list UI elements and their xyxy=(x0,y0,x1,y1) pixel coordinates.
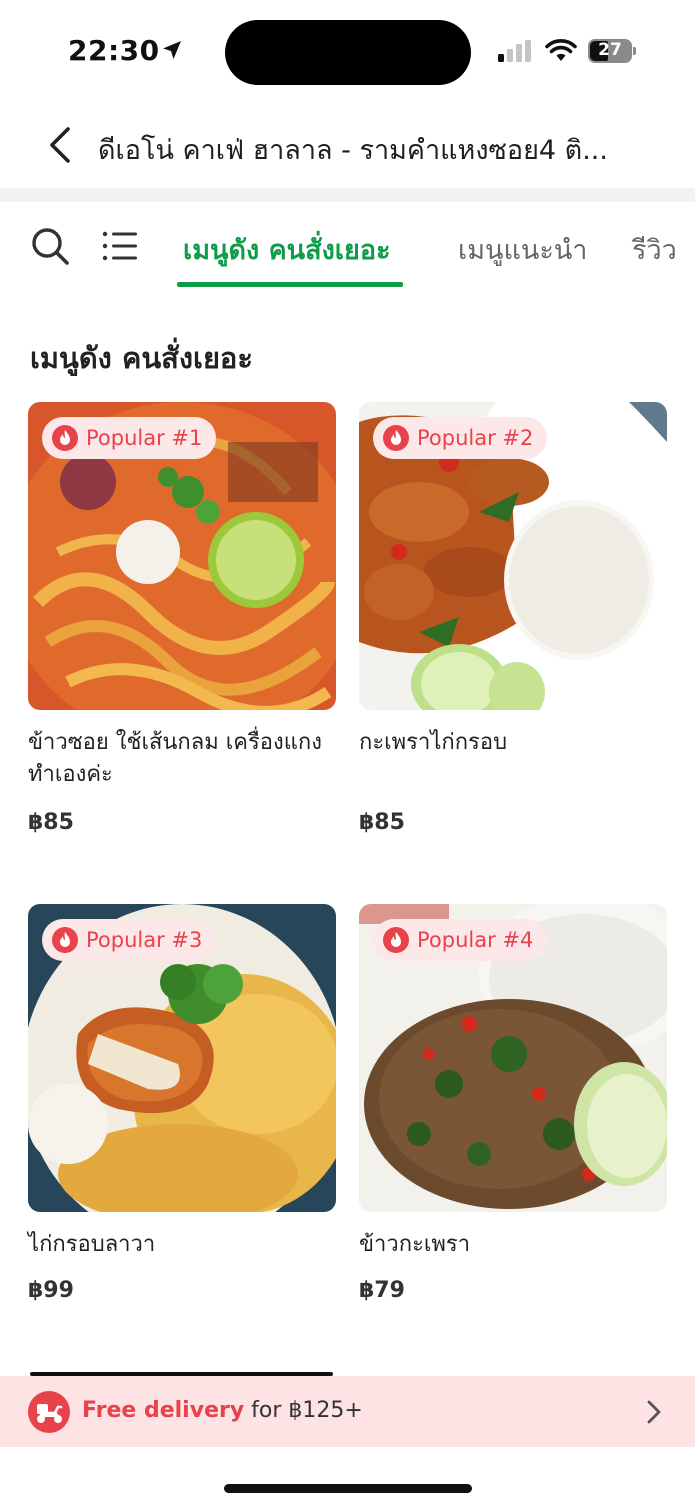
status-time: 22:30 xyxy=(68,34,160,67)
cellular-signal-icon xyxy=(498,40,531,62)
popular-badge: Popular #1 xyxy=(42,417,217,459)
battery-level: 27 xyxy=(598,40,622,60)
popular-badge: Popular #2 xyxy=(373,417,548,459)
chevron-right-icon[interactable] xyxy=(645,1398,663,1426)
menu-item-name: กะเพราไก่กรอบ xyxy=(359,730,508,755)
popular-badge: Popular #4 xyxy=(373,919,548,961)
status-bar: 22:30 27 xyxy=(0,0,695,100)
home-indicator xyxy=(224,1484,472,1493)
menu-tab-bar: เมนูดัง คนสั่งเยอะ เมนูแนะนำ รีวิว xyxy=(0,202,695,292)
flame-icon xyxy=(52,927,78,953)
tab-reviews[interactable]: รีวิว xyxy=(632,228,677,271)
page-title: ดีเอโน่ คาเฟ่ ฮาลาล - รามคำแหงซอย4 ติ... xyxy=(98,135,608,166)
menu-item-price: ฿99 xyxy=(28,1278,74,1303)
flame-icon xyxy=(383,425,409,451)
menu-item-image[interactable]: Popular #1 xyxy=(28,402,336,710)
search-icon[interactable] xyxy=(30,226,70,266)
menu-item-price: ฿79 xyxy=(359,1278,405,1303)
menu-item-price: ฿85 xyxy=(359,810,405,835)
battery-icon: 27 xyxy=(588,39,636,63)
menu-item-name: ไก่กรอบลาวา xyxy=(28,1232,156,1257)
wifi-icon xyxy=(545,39,577,61)
tab-popular[interactable]: เมนูดัง คนสั่งเยอะ xyxy=(183,228,391,271)
tab-recommended[interactable]: เมนูแนะนำ xyxy=(458,228,587,271)
flame-icon xyxy=(383,927,409,953)
header-divider xyxy=(0,188,695,202)
menu-item-image[interactable]: Popular #3 xyxy=(28,904,336,1212)
menu-item-price: ฿85 xyxy=(28,810,74,835)
menu-item-name: ข้าวซอย ใช้เส้นกลม เครื่องแกงทำเองค่ะ xyxy=(28,730,322,787)
location-arrow-icon xyxy=(163,41,181,59)
menu-item-image[interactable]: Popular #4 xyxy=(359,904,667,1212)
active-tab-indicator xyxy=(177,282,403,287)
free-delivery-text: Free delivery for ฿125+ xyxy=(82,1398,363,1423)
list-icon[interactable] xyxy=(102,230,138,262)
menu-item-image[interactable]: Popular #2 xyxy=(359,402,667,710)
section-title: เมนูดัง คนสั่งเยอะ xyxy=(30,341,253,375)
popular-badge: Popular #3 xyxy=(42,919,217,961)
dynamic-island xyxy=(225,20,471,85)
back-chevron-icon[interactable] xyxy=(44,126,74,164)
delivery-scooter-icon xyxy=(28,1391,70,1433)
flame-icon xyxy=(52,425,78,451)
header: ดีเอโน่ คาเฟ่ ฮาลาล - รามคำแหงซอย4 ติ... xyxy=(0,100,695,188)
free-delivery-banner[interactable]: Free delivery for ฿125+ xyxy=(0,1376,695,1447)
menu-item-name: ข้าวกะเพรา xyxy=(359,1232,471,1257)
